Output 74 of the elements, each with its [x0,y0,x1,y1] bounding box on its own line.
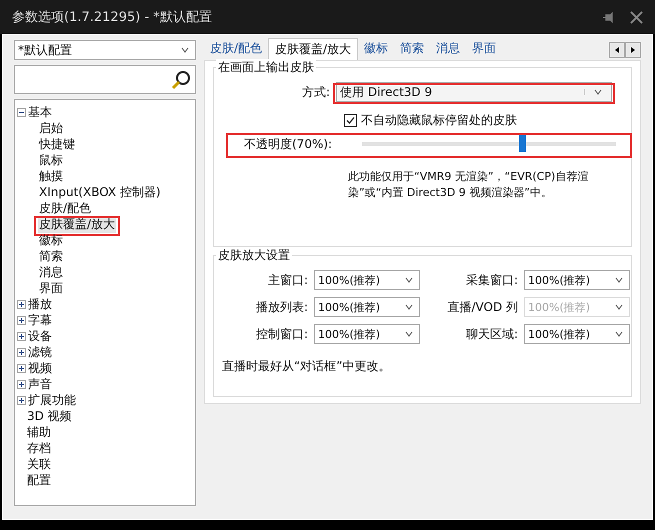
tab[interactable]: 徽标 [358,38,394,60]
scale-dropdown[interactable]: 100%(推荐) [524,324,630,344]
tree-item[interactable]: 辅助 [26,424,52,440]
tree-item[interactable]: 设备 [27,328,53,344]
chevron-down-icon [615,331,623,337]
checkbox[interactable] [344,114,357,127]
slider-label: 不透明度(70%): [244,136,332,152]
tree-item[interactable]: 关联 [26,456,52,472]
scale-dropdown[interactable]: 100%(推荐) [314,270,420,290]
chevron-down-icon [615,277,623,283]
tree-item[interactable]: 皮肤/配色 [38,200,92,216]
field-label: 方式: [302,84,330,100]
chevron-down-icon [405,331,413,337]
search-field[interactable] [14,65,196,94]
field-label: 播放列表: [254,298,308,316]
tree-item[interactable]: 界面 [38,280,64,296]
tree-item[interactable]: 触摸 [38,168,64,184]
info-text: 直播时最好从“对话框”中更改。 [222,358,392,375]
tree-item[interactable]: 声音 [27,376,53,392]
slider-thumb[interactable] [519,134,526,152]
group-title: 皮肤放大设置 [216,247,292,264]
plus-box-icon[interactable] [17,348,26,356]
tree-item[interactable]: 配置 [26,472,52,488]
window-title: 参数选项(1.7.21295) - *默认配置 [12,9,213,26]
chevron-down-icon [405,277,413,283]
plus-box-icon[interactable] [17,300,26,308]
right-arrow-icon [630,47,636,53]
tree-item[interactable]: 滤镜 [27,344,53,360]
plus-box-icon[interactable] [17,364,26,372]
field-label: 控制窗口: [254,326,308,342]
info-text: 此功能仅用于“VMR9 无渲染”，“EVR(CP)自荐渲染”或“内置 Direct3D 9 视频渲染器”中。 [348,169,590,201]
method-dropdown[interactable]: 使用 Direct3D 9 [336,82,612,102]
minus-box-icon[interactable] [17,108,26,116]
scale-dropdown[interactable]: 100%(推荐) [314,297,420,317]
plus-box-icon[interactable] [17,396,26,404]
profile-dropdown[interactable]: *默认配置 [14,40,196,60]
tree-item[interactable]: 鼠标 [38,152,64,168]
tab[interactable]: 皮肤/配色 [204,38,268,60]
tree-item[interactable]: 消息 [38,264,64,280]
tree-item[interactable]: 简索 [38,248,64,264]
tree-item[interactable]: XInput(XBOX 控制器) [38,184,162,200]
search-icon [171,70,191,90]
tab[interactable]: 简索 [394,38,430,60]
field-label: 主窗口: [266,272,308,288]
tab[interactable]: 界面 [466,38,502,60]
plus-box-icon[interactable] [17,380,26,388]
tree-item[interactable]: 存档 [26,440,52,456]
tree-item[interactable]: 扩展功能 [27,392,77,408]
field-label: 聊天区域: [464,326,518,342]
scale-dropdown[interactable]: 100%(推荐) [314,324,420,344]
plus-box-icon[interactable] [17,316,26,324]
tree-item[interactable]: 字幕 [27,312,53,328]
tab[interactable]: 皮肤覆盖/放大 [268,38,358,60]
field-label: 直播/VOD 列 [446,298,518,316]
field-label: 采集窗口: [464,272,518,288]
close-icon[interactable] [630,10,643,24]
tree-item[interactable]: 快捷键 [38,136,76,152]
tree-item[interactable]: 徽标 [38,232,64,248]
plus-box-icon[interactable] [17,332,26,340]
group-title: 在画面上输出皮肤 [216,59,316,76]
scale-dropdown[interactable]: 100%(推荐) [524,270,630,290]
tree-item[interactable]: 播放 [27,296,53,312]
scroll-right-button[interactable] [625,42,641,58]
chevron-down-icon [615,304,623,310]
tab[interactable]: 消息 [430,38,466,60]
tree-item[interactable]: 3D 视频 [26,408,73,424]
chevron-down-icon [181,47,189,53]
checkbox-option[interactable]: 不自动隐藏鼠标停留处的皮肤 [344,112,623,129]
left-arrow-icon [614,47,620,53]
chevron-down-icon [405,304,413,310]
tree-item[interactable]: 启始 [38,120,64,136]
tree-item[interactable]: 视频 [27,360,53,376]
tree-item[interactable]: 基本 [27,104,53,120]
scroll-left-button[interactable] [609,42,625,58]
